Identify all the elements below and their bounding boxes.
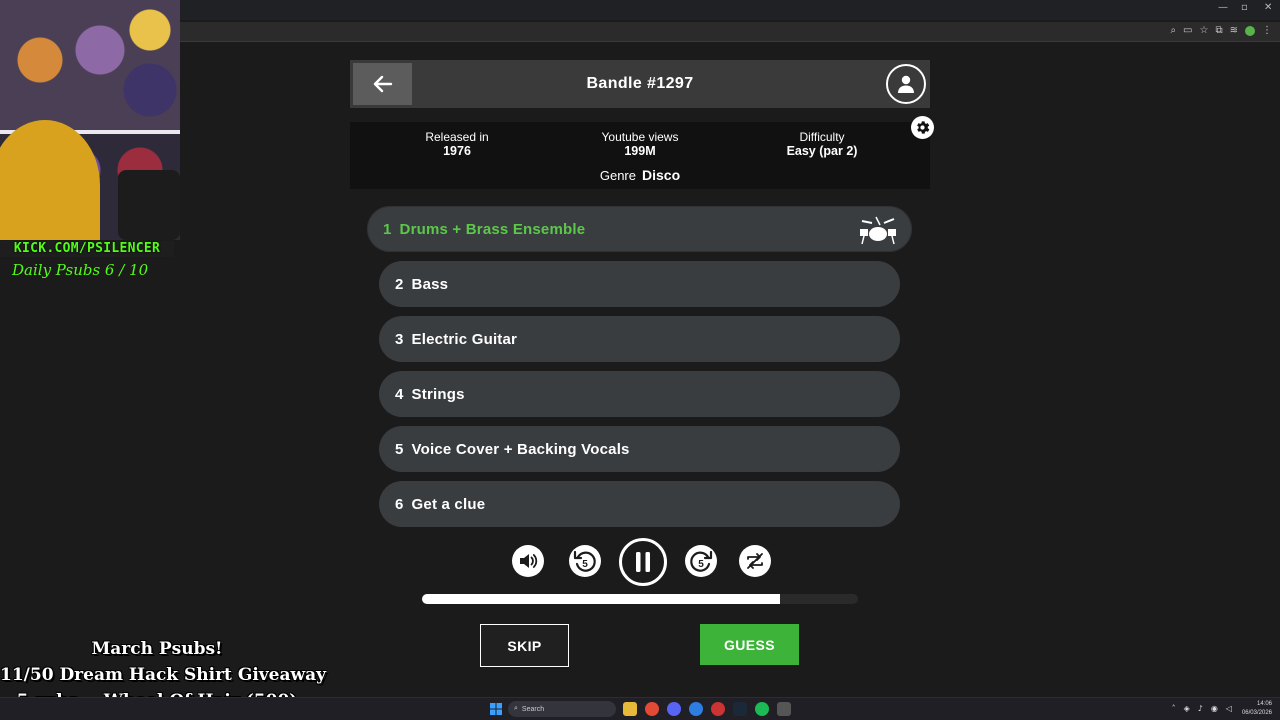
taskbar-clock[interactable]: 14:06 06/03/2026 — [1242, 700, 1272, 718]
skip-button[interactable]: SKIP — [480, 624, 569, 667]
track-label: Get a clue — [411, 495, 486, 513]
close-icon[interactable]: ✕ — [1264, 2, 1272, 13]
forward-button[interactable]: 5 — [685, 545, 717, 577]
windows-start-icon[interactable] — [490, 703, 502, 715]
profile-button[interactable] — [886, 64, 926, 104]
browser-titlebar: — ▫ ✕ — [0, 0, 1280, 20]
game-header: Bandle #1297 — [350, 60, 930, 108]
track-item-5[interactable]: 5 Voice Cover + Backing Vocals — [379, 426, 900, 472]
system-tray: ˄ ◈ ♪ ◉ ◁ — [1172, 704, 1232, 713]
guess-button[interactable]: GUESS — [700, 624, 799, 665]
browser-profile-avatar[interactable] — [1245, 25, 1255, 36]
genre-value: Disco — [642, 167, 681, 183]
released-value: 1976 — [443, 144, 471, 158]
repeat-off-icon — [747, 553, 763, 569]
forward-seconds: 5 — [698, 559, 704, 570]
search-icon: ⌕ — [514, 705, 518, 712]
released-label: Released in — [425, 130, 489, 144]
mic-icon[interactable]: ♪ — [1198, 704, 1203, 713]
progress-fill — [422, 594, 780, 604]
webcam-overlay — [0, 0, 180, 240]
released-info: Released in 1976 — [357, 130, 557, 158]
views-value: 199M — [624, 144, 656, 158]
track-item-6[interactable]: 6 Get a clue — [379, 481, 900, 527]
microphone — [118, 170, 180, 240]
progress-bar[interactable] — [422, 594, 858, 604]
app-icon[interactable] — [711, 702, 725, 716]
rewind-seconds: 5 — [582, 559, 588, 570]
volume-icon — [520, 554, 538, 568]
discord-icon[interactable] — [667, 702, 681, 716]
settings-button[interactable] — [911, 116, 934, 139]
maximize-icon[interactable]: ▫ — [1241, 2, 1248, 13]
network-icon[interactable]: ◈ — [1184, 704, 1190, 713]
track-number: 5 — [395, 440, 404, 458]
user-icon — [898, 75, 914, 93]
views-label: Youtube views — [601, 130, 679, 144]
psubs-line: 11/50 Dream Hack Shirt Giveaway — [0, 665, 327, 685]
track-label: Bass — [411, 275, 449, 293]
spotify-icon[interactable] — [755, 702, 769, 716]
track-label: Voice Cover + Backing Vocals — [411, 440, 630, 458]
clock-date: 06/03/2026 — [1241, 710, 1272, 716]
steam-icon[interactable] — [733, 702, 747, 716]
difficulty-info: Difficulty Easy (par 2) — [722, 130, 922, 158]
speaker-icon[interactable]: ◁ — [1226, 704, 1232, 713]
track-item-2[interactable]: 2 Bass — [379, 261, 900, 307]
track-number: 3 — [395, 330, 404, 348]
kick-url-label: KICK.COM/PSILENCER — [0, 241, 174, 257]
extension-icon[interactable]: ≋ — [1230, 25, 1238, 36]
track-label: Electric Guitar — [411, 330, 518, 348]
file-explorer-icon[interactable] — [623, 702, 637, 716]
track-number: 2 — [395, 275, 404, 293]
track-item-3[interactable]: 3 Electric Guitar — [379, 316, 900, 362]
game-title: Bandle #1297 — [586, 75, 694, 92]
pause-button[interactable] — [619, 538, 667, 586]
browser-menu-icon[interactable]: ⋮ — [1262, 25, 1272, 36]
daily-psubs-label: Daily Psubs 6 / 10 — [12, 261, 149, 279]
volume-button[interactable] — [512, 545, 544, 577]
song-info-panel: Released in 1976 Youtube views 199M Diff… — [350, 122, 930, 189]
playback-controls: 5 5 — [0, 538, 1280, 586]
pause-icon — [636, 552, 650, 572]
rewind-button[interactable]: 5 — [569, 545, 601, 577]
clock-time: 14:06 — [1256, 701, 1272, 707]
track-number: 6 — [395, 495, 404, 513]
rewind-icon: 5 — [573, 550, 596, 572]
forward-icon: 5 — [690, 550, 713, 572]
psubs-line: March Psubs! — [91, 639, 223, 659]
search-placeholder: Search — [521, 705, 545, 713]
track-label: Drums + Brass Ensemble — [399, 220, 586, 238]
views-info: Youtube views 199M — [540, 130, 740, 158]
difficulty-label: Difficulty — [799, 130, 845, 144]
chevron-up-icon[interactable]: ˄ — [1172, 704, 1176, 713]
cast-icon[interactable]: ▭ — [1183, 25, 1192, 36]
wifi-icon[interactable]: ◉ — [1211, 704, 1218, 713]
minimize-icon[interactable]: — — [1218, 2, 1228, 13]
track-number: 1 — [383, 220, 392, 238]
genre-label: Genre — [599, 168, 636, 183]
track-number: 4 — [395, 385, 404, 403]
zoom-icon[interactable]: ⌕ — [1170, 25, 1176, 36]
track-label: Strings — [411, 385, 465, 403]
track-item-4[interactable]: 4 Strings — [379, 371, 900, 417]
genre-info: Genre Disco — [350, 167, 930, 183]
app-icon[interactable] — [777, 702, 791, 716]
loop-toggle-button[interactable] — [739, 545, 771, 577]
extensions-icon[interactable]: ⧉ — [1215, 25, 1222, 36]
drum-kit-icon — [860, 216, 896, 245]
address-bar[interactable]: ⌕ ▭ ☆ ⧉ ≋ ⋮ — [180, 22, 1280, 42]
gear-icon — [917, 121, 930, 134]
app-icon[interactable] — [689, 702, 703, 716]
taskbar-search[interactable]: ⌕ Search — [508, 701, 616, 717]
chrome-icon[interactable] — [645, 702, 659, 716]
difficulty-value: Easy (par 2) — [786, 144, 858, 158]
windows-taskbar: ⌕ Search ˄ ◈ ♪ ◉ ◁ 14:06 06/03/2026 — [0, 697, 1280, 720]
bookmark-star-icon[interactable]: ☆ — [1200, 25, 1209, 36]
track-item-1[interactable]: 1 Drums + Brass Ensemble — [367, 206, 912, 252]
